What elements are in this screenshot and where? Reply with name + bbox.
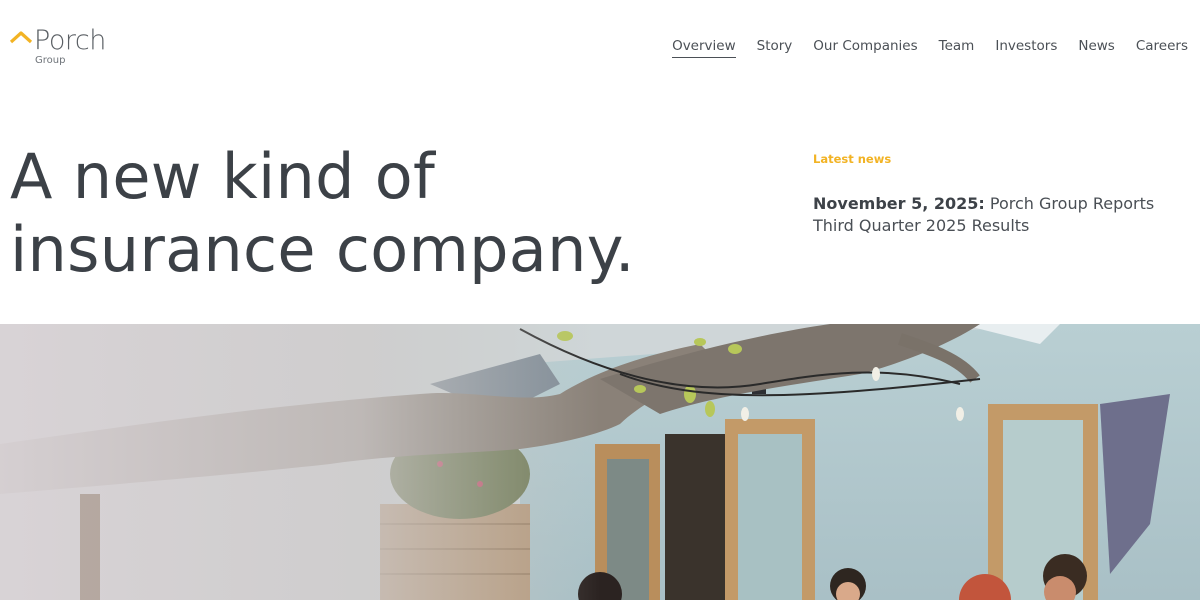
headline-line-2: insurance company. <box>10 213 635 286</box>
nav-team[interactable]: Team <box>939 38 975 58</box>
latest-news-link[interactable]: November 5, 2025: Porch Group Reports Th… <box>813 193 1188 237</box>
nav-our-companies[interactable]: Our Companies <box>813 38 917 58</box>
nav-overview[interactable]: Overview <box>672 38 736 58</box>
nav-story[interactable]: Story <box>757 38 793 58</box>
hero-headline: A new kind of insurance company. <box>10 140 770 286</box>
nav-news[interactable]: News <box>1078 38 1114 58</box>
backyard-scene-image <box>0 324 1200 600</box>
nav-investors[interactable]: Investors <box>995 38 1057 58</box>
main-nav: Overview Story Our Companies Team Invest… <box>651 38 1188 58</box>
porch-group-logo[interactable]: Porch Group <box>10 25 120 70</box>
nav-careers[interactable]: Careers <box>1136 38 1188 58</box>
news-date: November 5, 2025: <box>813 194 985 213</box>
hero-photo <box>0 324 1200 600</box>
headline-line-1: A new kind of <box>10 140 436 213</box>
logo-wordmark: Porch <box>34 25 106 56</box>
latest-news-label: Latest news <box>813 152 892 166</box>
logo-subtitle: Group <box>35 55 66 66</box>
roof-logo-mark <box>10 31 32 44</box>
